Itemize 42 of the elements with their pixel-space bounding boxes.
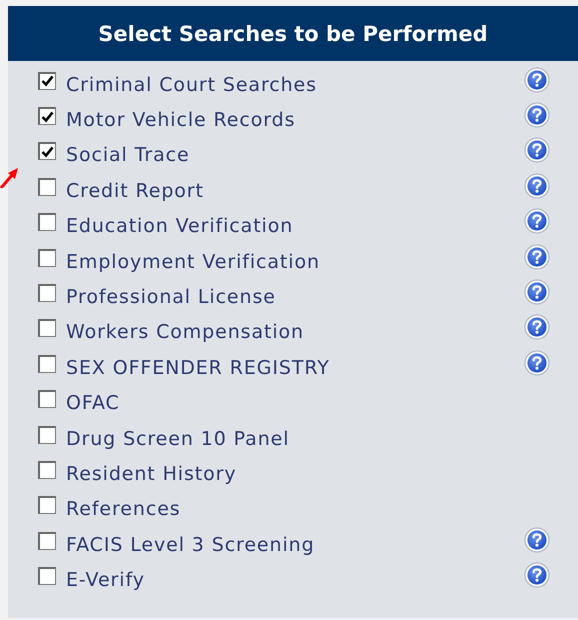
search-label: Workers Compensation [66,321,304,344]
help-icon[interactable] [524,208,550,234]
panel-title: Select Searches to be Performed [8,6,578,61]
help-icon[interactable] [524,562,550,588]
search-label: Drug Screen 10 Panel [66,428,290,450]
checkbox[interactable] [38,460,56,479]
search-label: E-Verify [66,569,145,592]
checkbox[interactable] [38,532,56,550]
help-icon[interactable] [524,279,550,306]
search-label: Social Trace [66,144,190,166]
search-label: SEX OFFENDER REGISTRY [66,356,330,379]
checkbox[interactable] [38,354,56,373]
checkbox[interactable] [38,213,56,232]
search-label: Criminal Court Searches [66,74,317,96]
checkbox[interactable] [38,107,56,126]
checkbox[interactable] [38,390,56,408]
checkbox[interactable] [38,178,56,196]
help-icon[interactable] [524,350,550,376]
checkbox[interactable] [38,284,56,302]
help-icon[interactable] [524,244,550,270]
help-icon[interactable] [524,314,550,340]
help-icon[interactable] [524,137,550,164]
help-icon[interactable] [524,172,550,199]
checkbox[interactable] [38,319,56,338]
checkbox[interactable] [38,496,56,514]
search-label: Motor Vehicle Records [66,109,296,132]
search-label: Education Verification [66,215,294,238]
checkbox[interactable] [38,72,56,90]
search-label: FACIS Level 3 Screening [66,534,315,556]
search-label: Employment Verification [66,250,320,273]
help-icon[interactable] [524,102,550,128]
checkbox[interactable] [38,567,56,586]
checkbox[interactable] [38,142,56,160]
help-icon[interactable] [524,66,550,93]
search-label: OFAC [66,392,120,414]
search-label: References [66,498,181,520]
search-label: Credit Report [66,180,204,202]
checkbox[interactable] [38,426,56,444]
checkbox[interactable] [38,248,56,267]
search-label: Resident History [66,462,236,485]
search-label: Professional License [66,286,276,308]
help-icon[interactable] [524,526,550,553]
